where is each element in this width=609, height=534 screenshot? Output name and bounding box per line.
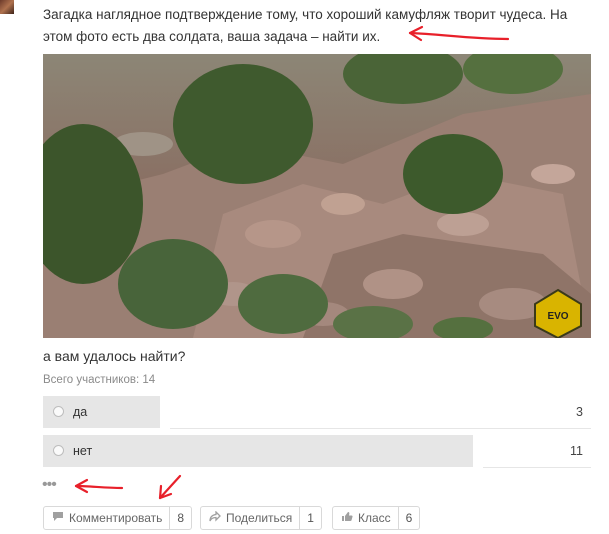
poll-option-label: нет	[73, 444, 93, 458]
like-count: 6	[397, 507, 420, 529]
poll-option-count: 3	[576, 405, 583, 419]
share-button[interactable]: Поделиться 1	[200, 506, 322, 530]
post-photo[interactable]: EVO	[43, 54, 591, 338]
poll-option-track	[483, 467, 591, 468]
poll-option-bar	[43, 435, 473, 467]
share-label: Поделиться	[226, 511, 293, 525]
poll-option-yes[interactable]: да 3	[43, 396, 591, 429]
avatar[interactable]	[0, 0, 14, 14]
comment-label: Комментировать	[69, 511, 163, 525]
svg-text:EVO: EVO	[547, 311, 568, 322]
more-options-button[interactable]: •••	[42, 476, 57, 494]
share-count: 1	[299, 507, 321, 529]
like-label: Класс	[358, 511, 391, 525]
poll-option-no[interactable]: нет 11	[43, 435, 591, 468]
radio-button[interactable]	[53, 445, 64, 456]
post-text: Загадка наглядное подтверждение тому, чт…	[43, 7, 568, 44]
poll-option-label: да	[73, 405, 88, 419]
camouflage-photo: EVO	[43, 54, 591, 338]
poll-participants: Всего участников: 14	[43, 374, 156, 386]
comment-button[interactable]: Комментировать 8	[43, 506, 193, 530]
like-button[interactable]: Класс 6	[332, 506, 421, 530]
poll-question: а вам удалось найти?	[43, 348, 186, 364]
speech-bubble-icon	[52, 511, 64, 525]
poll-option-track	[170, 428, 591, 429]
radio-button[interactable]	[53, 406, 64, 417]
poll-option-count: 11	[570, 444, 583, 458]
share-arrow-icon	[209, 510, 221, 525]
comment-count: 8	[169, 507, 191, 529]
thumbs-up-icon	[341, 511, 353, 525]
